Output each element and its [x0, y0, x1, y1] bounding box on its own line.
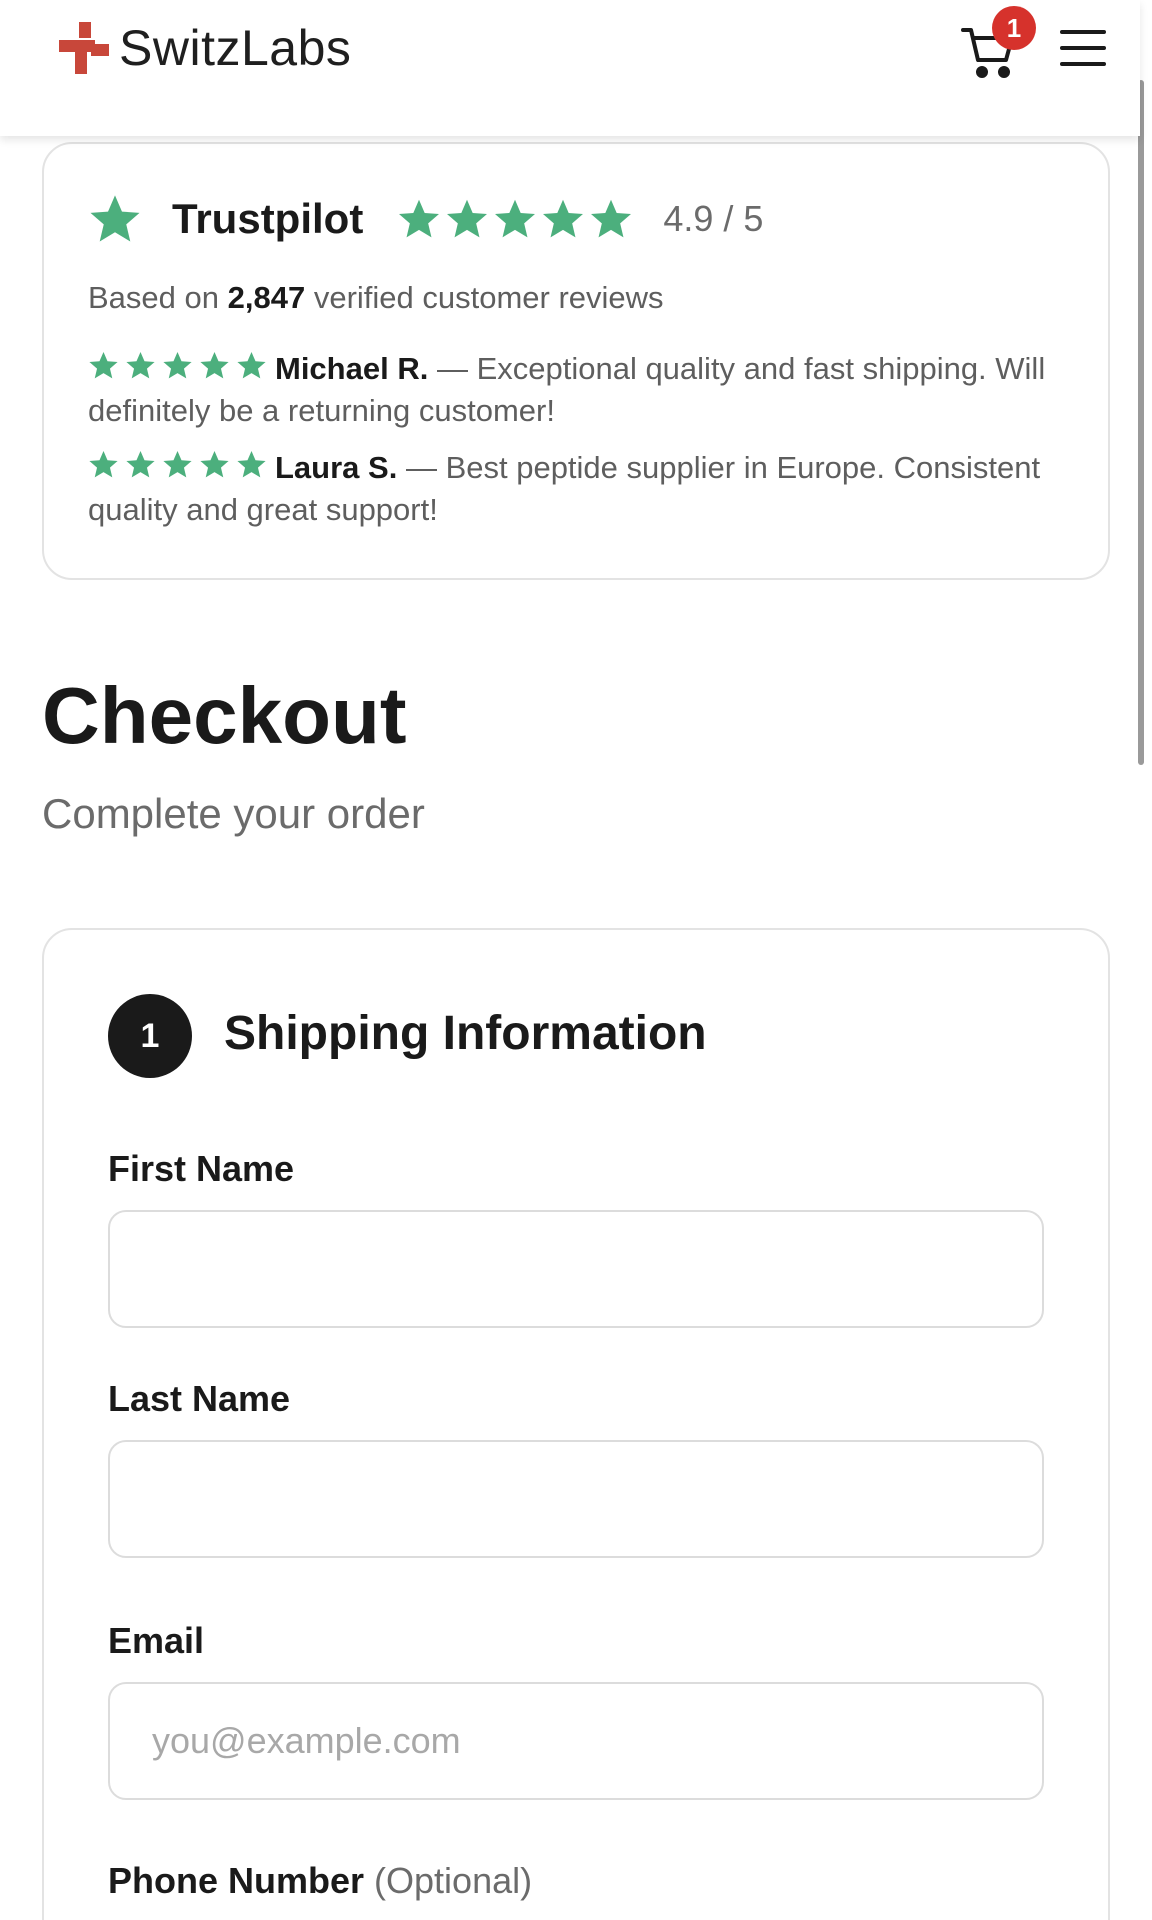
first-name-label: First Name — [108, 1148, 295, 1189]
star-icon — [163, 450, 192, 478]
review-stars — [88, 449, 267, 480]
step-number-badge: 1 — [108, 994, 192, 1078]
review-author: Michael R. — [275, 351, 429, 386]
star-icon — [237, 450, 266, 478]
brand-name: SwitzLabs — [119, 20, 352, 76]
brand-cross-icon — [59, 22, 109, 74]
trustpilot-name: Trustpilot — [172, 195, 364, 242]
trustpilot-star-icon — [90, 195, 140, 242]
brand-logo[interactable]: SwitzLabs — [55, 18, 351, 78]
based-prefix: Based on — [88, 280, 219, 315]
star-icon — [495, 199, 536, 238]
email-label: Email — [108, 1620, 205, 1661]
star-icon — [447, 199, 488, 238]
review-stars — [88, 350, 267, 381]
page-subtitle: Complete your order — [42, 790, 425, 837]
last-name-field[interactable] — [108, 1440, 1044, 1558]
star-icon — [126, 351, 155, 379]
trustpilot-header: Trustpilot 4.9 / 5 — [88, 192, 763, 246]
hamburger-icon-line — [1060, 46, 1106, 50]
page-scrollbar[interactable] — [1138, 80, 1144, 765]
checkout-page: SwitzLabs 1 Trustpilot 4.9 / 5 Based on … — [0, 0, 1152, 1920]
star-icon — [200, 351, 229, 379]
last-name-label: Last Name — [108, 1378, 291, 1419]
page-title: Checkout — [42, 671, 407, 760]
shipping-form-card: 1 Shipping Information First Name Last N… — [42, 928, 1110, 1920]
star-icon — [126, 450, 155, 478]
based-suffix: verified customer reviews — [313, 280, 664, 315]
first-name-field[interactable] — [108, 1210, 1044, 1328]
hamburger-icon-line — [1060, 62, 1106, 66]
site-header: SwitzLabs 1 — [0, 0, 1140, 136]
star-icon — [89, 450, 118, 478]
email-field[interactable] — [108, 1682, 1044, 1800]
rating-score: 4.9 / 5 — [663, 198, 764, 239]
star-icon — [591, 199, 632, 238]
review-count-text: Based on 2,847 verified customer reviews — [88, 280, 664, 316]
star-icon — [89, 351, 118, 379]
star-icon — [543, 199, 584, 238]
section-title: Shipping Information — [224, 1007, 707, 1060]
menu-button[interactable] — [1060, 30, 1106, 72]
star-icon — [163, 351, 192, 379]
rating-stars — [397, 197, 633, 241]
star-icon — [200, 450, 229, 478]
review-author: Laura S. — [275, 450, 398, 485]
star-icon — [399, 199, 440, 238]
hamburger-icon — [1060, 30, 1106, 34]
review-item: Michael R. — Exceptional quality and fas… — [88, 348, 1088, 432]
optional-tag: (Optional) — [374, 1860, 533, 1901]
star-icon — [237, 351, 266, 379]
phone-label: Phone Number (Optional) — [108, 1860, 532, 1902]
cart-count-badge: 1 — [992, 6, 1036, 50]
phone-label-text: Phone Number — [108, 1860, 365, 1901]
review-count: 2,847 — [227, 280, 306, 315]
review-item: Laura S. — Best peptide supplier in Euro… — [88, 447, 1088, 531]
trustpilot-card: Trustpilot 4.9 / 5 Based on 2,847 verifi… — [42, 142, 1110, 580]
